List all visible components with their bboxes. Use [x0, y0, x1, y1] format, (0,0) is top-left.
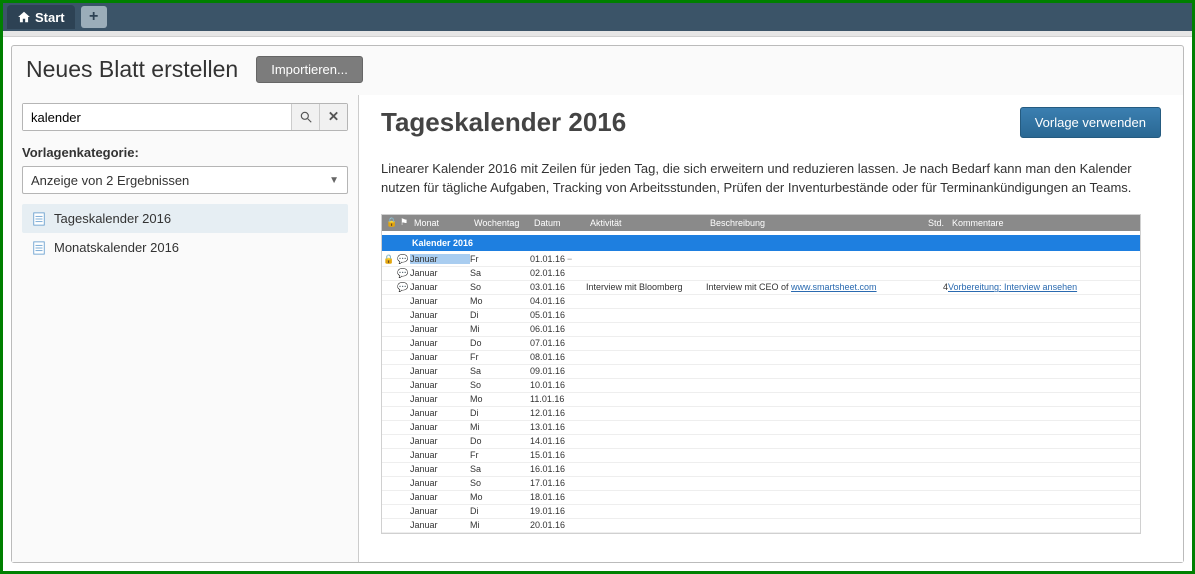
preview-row: JanuarFr08.01.16 — [382, 351, 1140, 365]
panel-header: Neues Blatt erstellen Importieren... — [12, 46, 1183, 95]
result-label: Tageskalender 2016 — [54, 211, 171, 226]
preview-row: JanuarDi05.01.16 — [382, 309, 1140, 323]
col-comments: Kommentare — [948, 218, 1140, 228]
sidebar: ✕ Vorlagenkategorie: Anzeige von 2 Ergeb… — [12, 95, 359, 562]
search-icon — [299, 110, 313, 124]
preview-row: JanuarMo11.01.16 — [382, 393, 1140, 407]
preview-row: JanuarSo10.01.16 — [382, 379, 1140, 393]
preview-row: 💬JanuarSa02.01.16 — [382, 267, 1140, 281]
page-title: Neues Blatt erstellen — [26, 56, 238, 83]
preview-row: JanuarSa09.01.16 — [382, 365, 1140, 379]
preview-link[interactable]: www.smartsheet.com — [791, 282, 877, 292]
preview-row: JanuarMi13.01.16 — [382, 421, 1140, 435]
col-description: Beschreibung — [706, 218, 906, 228]
template-preview: 🔒 ⚑ Monat Wochentag Datum Aktivität Besc… — [381, 214, 1141, 534]
tab-start-label: Start — [35, 10, 65, 25]
preview-row: JanuarFr15.01.16 — [382, 449, 1140, 463]
preview-row: JanuarMo04.01.16 — [382, 295, 1140, 309]
dropdown-selected-label: Anzeige von 2 Ergebnissen — [31, 173, 189, 188]
chevron-down-icon: ▼ — [329, 175, 339, 186]
preview-row: JanuarMi06.01.16 — [382, 323, 1140, 337]
preview-row: JanuarDi12.01.16 — [382, 407, 1140, 421]
sheet-icon — [32, 212, 46, 226]
template-description: Linearer Kalender 2016 mit Zeilen für je… — [381, 160, 1141, 198]
import-button[interactable]: Importieren... — [256, 56, 363, 83]
preview-row: JanuarDo14.01.16 — [382, 435, 1140, 449]
header-icon-col: 🔒 — [382, 217, 396, 228]
sidebar-result-item[interactable]: Monatskalender 2016 — [22, 233, 348, 262]
result-list: Tageskalender 2016 Monatskalender 2016 — [22, 204, 348, 262]
template-title: Tageskalender 2016 — [381, 107, 626, 138]
top-tab-bar: Start + — [3, 3, 1192, 31]
preview-row: JanuarMo18.01.16 — [382, 491, 1140, 505]
col-date: Datum — [530, 218, 586, 228]
new-tab-button[interactable]: + — [81, 6, 107, 28]
category-dropdown[interactable]: Anzeige von 2 Ergebnissen ▼ — [22, 166, 348, 194]
preview-row: JanuarMi20.01.16 — [382, 519, 1140, 533]
tab-start[interactable]: Start — [7, 5, 75, 29]
preview-comment-link[interactable]: Vorbereitung: Interview ansehen — [948, 282, 1077, 292]
search-input[interactable] — [23, 104, 291, 130]
col-weekday: Wochentag — [470, 218, 530, 228]
preview-header-row: 🔒 ⚑ Monat Wochentag Datum Aktivität Besc… — [382, 215, 1140, 231]
clear-search-button[interactable]: ✕ — [319, 104, 347, 130]
preview-row: JanuarSa16.01.16 — [382, 463, 1140, 477]
category-label: Vorlagenkategorie: — [22, 145, 348, 160]
col-month: Monat — [410, 218, 470, 228]
header-flag-col: ⚑ — [396, 217, 410, 228]
col-activity: Aktivität — [586, 218, 706, 228]
search-button[interactable] — [291, 104, 319, 130]
preview-row: JanuarDo07.01.16 — [382, 337, 1140, 351]
preview-row: JanuarSo17.01.16 — [382, 477, 1140, 491]
preview-row: JanuarDi19.01.16 — [382, 505, 1140, 519]
home-icon — [17, 10, 31, 24]
search-container: ✕ — [22, 103, 348, 131]
result-label: Monatskalender 2016 — [54, 240, 179, 255]
preview-row: 🔒💬JanuarFr01.01.16− — [382, 253, 1140, 267]
preview-row: 💬JanuarSo03.01.16Interview mit Bloomberg… — [382, 281, 1140, 295]
sheet-icon — [32, 241, 46, 255]
preview-banner: Kalender 2016 — [382, 235, 1140, 251]
col-std: Std. — [906, 218, 948, 228]
main-panel: Tageskalender 2016 Vorlage verwenden Lin… — [359, 95, 1183, 562]
sidebar-result-item[interactable]: Tageskalender 2016 — [22, 204, 348, 233]
use-template-button[interactable]: Vorlage verwenden — [1020, 107, 1161, 138]
